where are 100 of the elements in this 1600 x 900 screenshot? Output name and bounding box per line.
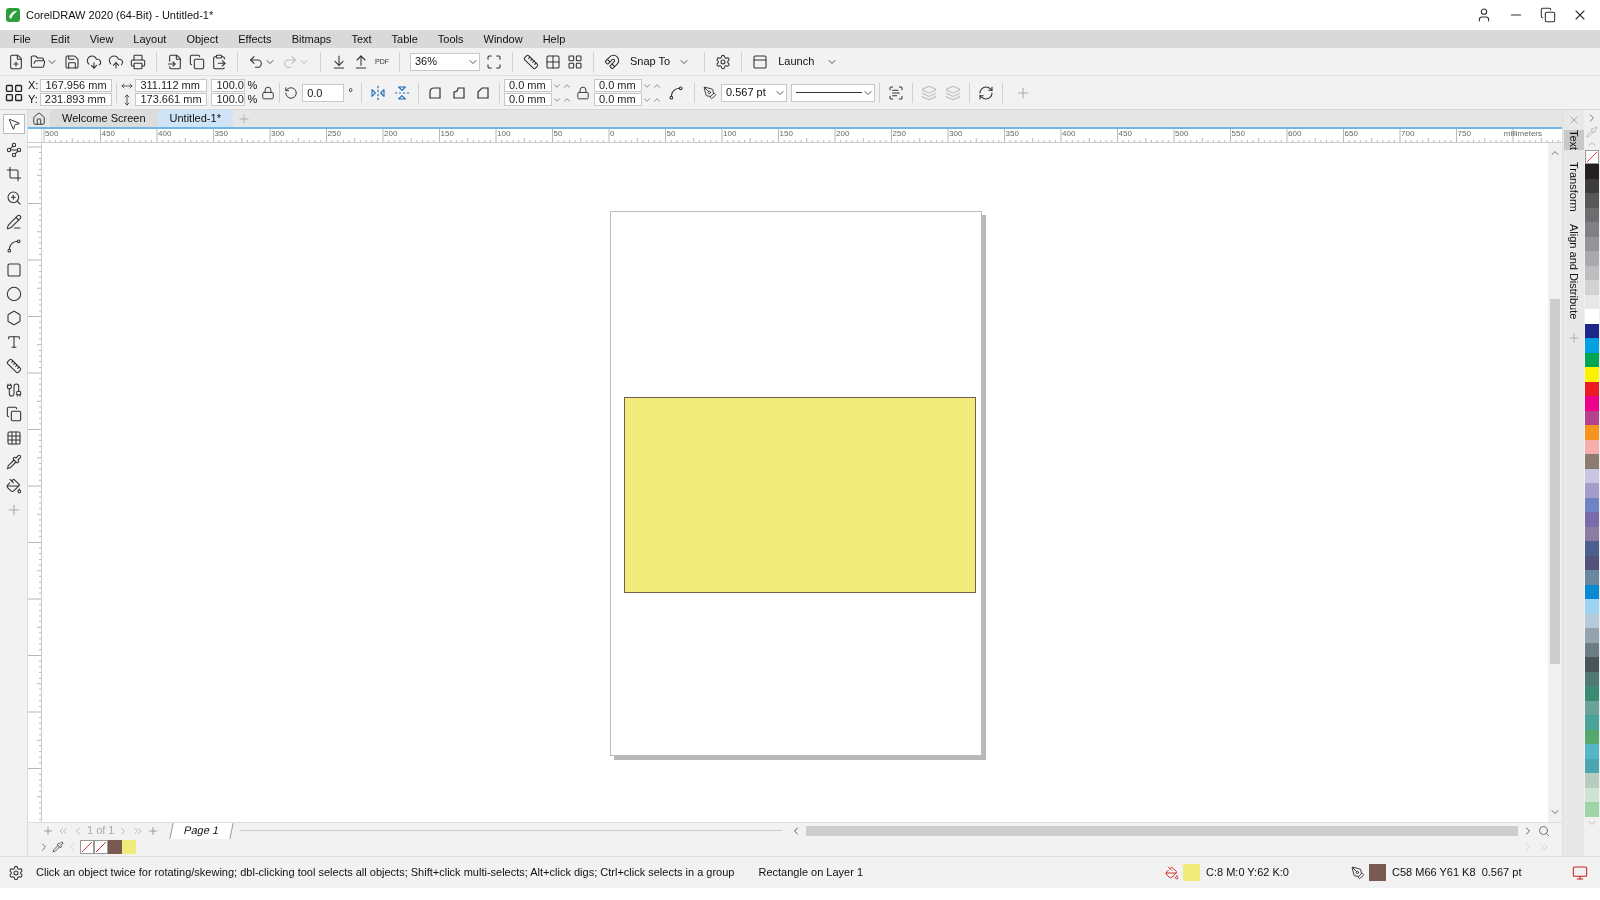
menu-item[interactable]: Table: [382, 30, 427, 48]
fill-tool-icon[interactable]: [5, 478, 22, 494]
scale-y-field[interactable]: 100.0: [211, 93, 246, 106]
color-swatch[interactable]: [1585, 483, 1599, 498]
color-swatch[interactable]: [1585, 222, 1599, 237]
print-icon[interactable]: [130, 53, 146, 70]
ellipse-tool-icon[interactable]: [5, 286, 22, 302]
color-swatch[interactable]: [1585, 367, 1599, 382]
cloud-download-icon[interactable]: [86, 53, 102, 70]
color-swatch[interactable]: [1585, 657, 1599, 672]
account-icon[interactable]: [1476, 7, 1492, 23]
menu-item[interactable]: Object: [177, 30, 228, 48]
paste-icon[interactable]: [211, 53, 227, 70]
full-screen-icon[interactable]: [486, 53, 502, 70]
add-page-icon[interactable]: [42, 824, 54, 837]
new-tab-icon[interactable]: [236, 112, 251, 126]
chamfered-corner-icon[interactable]: [475, 84, 491, 101]
corner-radius-field[interactable]: 0.0 mm: [504, 93, 552, 106]
rectangle-tool-icon[interactable]: [5, 262, 22, 278]
launch-dropdown[interactable]: Launch: [774, 53, 843, 70]
convert-icon[interactable]: [978, 84, 994, 101]
save-icon[interactable]: [64, 53, 80, 70]
restore-icon[interactable]: [1540, 7, 1556, 23]
color-swatch[interactable]: [1585, 309, 1599, 324]
x-position-field[interactable]: 167.956 mm: [40, 79, 113, 92]
mirror-horizontal-icon[interactable]: [370, 84, 386, 101]
vertical-scrollbar-thumb[interactable]: [1550, 299, 1560, 664]
add-page-icon[interactable]: [147, 824, 160, 837]
home-icon[interactable]: [32, 112, 46, 126]
to-front-icon[interactable]: [921, 84, 937, 101]
color-swatch[interactable]: [1585, 338, 1599, 353]
settings-icon[interactable]: [8, 864, 24, 881]
undo-icon[interactable]: [248, 53, 264, 70]
color-swatch[interactable]: [1585, 628, 1599, 643]
snap-to-dropdown[interactable]: Snap To: [626, 53, 695, 70]
grid-icon[interactable]: [545, 53, 561, 70]
rotation-field[interactable]: 0.0: [302, 83, 345, 102]
no-color-swatch[interactable]: [94, 840, 108, 854]
crop-tool-icon[interactable]: [5, 166, 22, 182]
dimension-tool-icon[interactable]: [5, 358, 22, 374]
new-document-icon[interactable]: [8, 53, 24, 70]
menu-item[interactable]: Help: [533, 30, 575, 48]
settings-icon[interactable]: [715, 53, 732, 70]
text-tool-icon[interactable]: [5, 334, 22, 350]
corner-radius-field[interactable]: 0.0 mm: [594, 93, 642, 106]
menu-item[interactable]: Text: [342, 30, 381, 48]
document-tab[interactable]: Untitled-1*: [157, 110, 233, 127]
palette-eyedropper-icon[interactable]: [1586, 126, 1598, 138]
y-position-field[interactable]: 231.893 mm: [39, 93, 112, 106]
to-back-icon[interactable]: [945, 84, 961, 101]
menu-item[interactable]: Bitmaps: [282, 30, 341, 48]
scalloped-corner-icon[interactable]: [451, 84, 467, 101]
menu-item[interactable]: Window: [474, 30, 532, 48]
scale-x-field[interactable]: 100.0: [211, 79, 246, 92]
pick-tool-icon[interactable]: [6, 117, 21, 131]
color-swatch[interactable]: [108, 840, 122, 854]
menu-item[interactable]: File: [4, 30, 40, 48]
transparency-tool-icon[interactable]: [5, 430, 22, 446]
horizontal-scrollbar-thumb[interactable]: [806, 825, 1518, 836]
rulers-icon[interactable]: [523, 53, 539, 70]
lock-ratio-icon[interactable]: [261, 85, 276, 100]
color-swatch[interactable]: [1585, 280, 1599, 295]
mirror-vertical-icon[interactable]: [394, 84, 410, 101]
outline-width-dropdown[interactable]: 0.567 pt: [721, 83, 787, 102]
eyedropper-icon[interactable]: [52, 841, 64, 853]
menu-item[interactable]: View: [80, 30, 123, 48]
redo-icon[interactable]: [282, 53, 298, 70]
corner-radius-field[interactable]: 0.0 mm: [504, 79, 552, 92]
color-swatch[interactable]: [1585, 686, 1599, 701]
snap-off-icon[interactable]: [604, 53, 620, 70]
color-swatch[interactable]: [1585, 570, 1599, 585]
no-color-swatch[interactable]: [80, 840, 94, 854]
import-icon[interactable]: [331, 53, 347, 70]
document-tab[interactable]: Welcome Screen: [50, 110, 158, 127]
height-field[interactable]: 173.661 mm: [135, 93, 208, 106]
eyedropper-tool-icon[interactable]: [5, 454, 22, 470]
color-swatch[interactable]: [1585, 251, 1599, 266]
color-swatch[interactable]: [122, 840, 136, 854]
open-folder-icon[interactable]: [30, 53, 46, 70]
zoom-dropdown[interactable]: 36%: [410, 52, 480, 71]
connector-tool-icon[interactable]: [5, 382, 22, 398]
fill-color-swatch[interactable]: [1183, 864, 1200, 881]
copy-icon[interactable]: [189, 53, 205, 70]
color-swatch[interactable]: [1585, 599, 1599, 614]
menu-item[interactable]: Layout: [124, 30, 176, 48]
docker-tab[interactable]: Text: [1563, 130, 1584, 151]
outline-color-swatch[interactable]: [1369, 864, 1386, 881]
freehand-tool-icon[interactable]: [5, 214, 22, 230]
color-swatch[interactable]: [1585, 541, 1599, 556]
color-swatch[interactable]: [1585, 715, 1599, 730]
color-swatch[interactable]: [1585, 512, 1599, 527]
menu-item[interactable]: Tools: [428, 30, 473, 48]
menu-item[interactable]: Edit: [41, 30, 79, 48]
scale-corners-icon[interactable]: [668, 84, 684, 101]
color-proof-icon[interactable]: [1572, 864, 1588, 881]
color-swatch[interactable]: [1585, 164, 1599, 179]
more-icon[interactable]: [1538, 841, 1550, 853]
zoom-icon[interactable]: [1538, 824, 1550, 837]
export-icon[interactable]: [353, 53, 369, 70]
width-field[interactable]: 311.112 mm: [135, 79, 208, 92]
